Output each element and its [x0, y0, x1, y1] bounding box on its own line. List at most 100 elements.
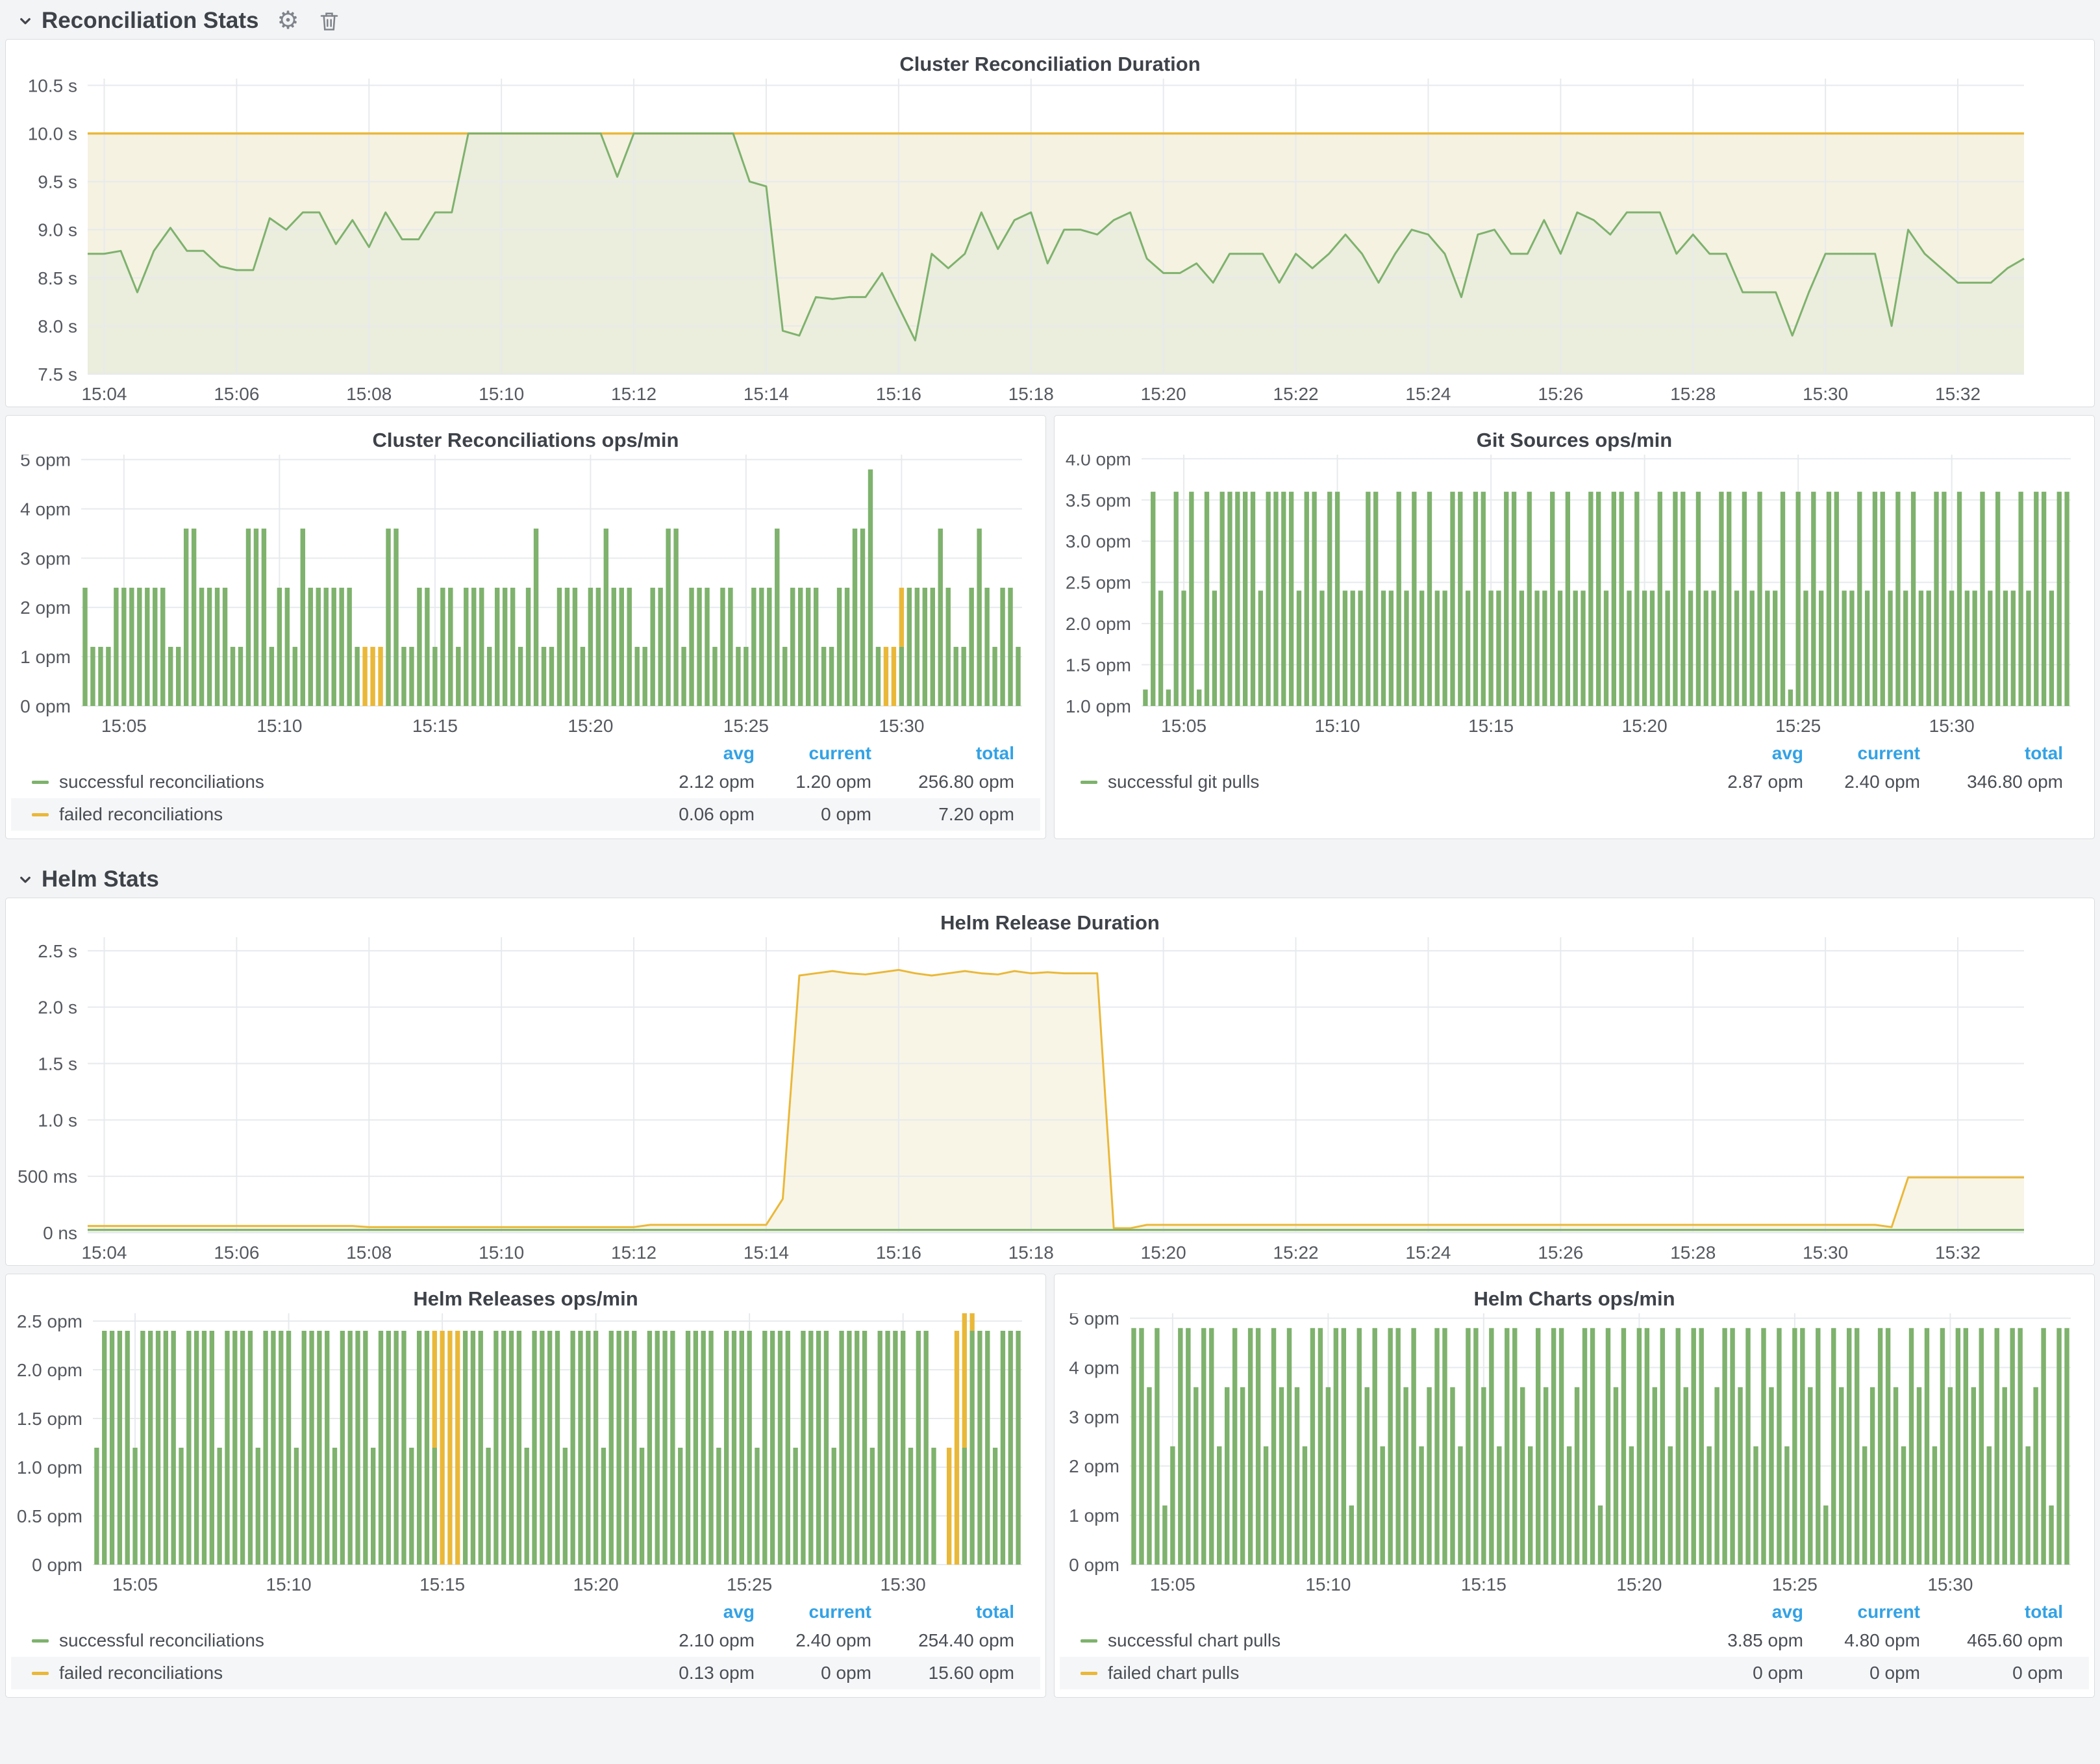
chevron-down-icon: [16, 11, 35, 31]
svg-text:15:30: 15:30: [879, 716, 924, 736]
series-color-marker: [32, 1672, 49, 1675]
svg-text:8.5 s: 8.5 s: [38, 268, 77, 288]
svg-text:0 opm: 0 opm: [32, 1555, 82, 1575]
svg-text:0 opm: 0 opm: [20, 696, 71, 716]
svg-text:15:24: 15:24: [1405, 1242, 1451, 1263]
legend-row: successful chart pulls3.85 opm4.80 opm46…: [1060, 1624, 2089, 1657]
legend-value: 254.40 opm: [871, 1630, 1014, 1651]
legend-row: failed chart pulls0 opm0 opm0 opm: [1060, 1657, 2089, 1689]
chevron-down-icon: [16, 870, 35, 889]
svg-text:4.0 opm: 4.0 opm: [1066, 455, 1131, 469]
legend-header-current[interactable]: current: [1803, 743, 1920, 764]
legend-row: successful reconciliations2.12 opm1.20 o…: [11, 766, 1040, 798]
legend-header-total[interactable]: total: [871, 1602, 1014, 1622]
legend-value: 4.80 opm: [1803, 1630, 1920, 1651]
legend-value: 2.12 opm: [638, 772, 755, 792]
legend-value: 0.13 opm: [638, 1663, 755, 1683]
legend-value: 0 opm: [1920, 1663, 2063, 1683]
legend-value: 1.20 opm: [755, 772, 871, 792]
svg-text:15:05: 15:05: [1161, 716, 1206, 736]
svg-text:1.0 opm: 1.0 opm: [1066, 696, 1131, 716]
legend-header-row: avgcurrenttotal: [1060, 741, 2089, 766]
panel-title[interactable]: Helm Charts ops/min: [1055, 1274, 2094, 1313]
svg-text:15:14: 15:14: [744, 1242, 789, 1263]
legend-header-current[interactable]: current: [755, 1602, 871, 1622]
legend-series-label[interactable]: successful reconciliations: [32, 772, 638, 792]
svg-text:15:05: 15:05: [112, 1574, 158, 1594]
panel-helm-releases-opm: Helm Releases ops/min 2.5 opm2.0 opm1.5 …: [5, 1274, 1046, 1698]
svg-text:15:08: 15:08: [346, 1242, 392, 1263]
legend-value: 346.80 opm: [1920, 772, 2063, 792]
legend-header-total[interactable]: total: [871, 743, 1014, 764]
legend-series-label[interactable]: failed chart pulls: [1081, 1663, 1686, 1683]
legend-header-row: avgcurrenttotal: [11, 1600, 1040, 1624]
svg-text:15:12: 15:12: [611, 384, 656, 404]
panel-title[interactable]: Git Sources ops/min: [1055, 416, 2094, 455]
helm-releases-chart[interactable]: 2.5 opm2.0 opm1.5 opm1.0 opm0.5 opm0 opm…: [11, 1313, 1040, 1597]
git-sources-chart[interactable]: 4.0 opm3.5 opm3.0 opm2.5 opm2.0 opm1.5 o…: [1060, 455, 2089, 738]
chart-svg: 2.5 opm2.0 opm1.5 opm1.0 opm0.5 opm0 opm…: [11, 1313, 1040, 1597]
legend-series-label[interactable]: successful reconciliations: [32, 1630, 638, 1651]
svg-text:5 opm: 5 opm: [1069, 1313, 1119, 1329]
svg-text:1 opm: 1 opm: [1069, 1506, 1119, 1526]
legend-row: failed reconciliations0.06 opm0 opm7.20 …: [11, 798, 1040, 831]
chart-svg: 4.0 opm3.5 opm3.0 opm2.5 opm2.0 opm1.5 o…: [1060, 455, 2089, 738]
svg-text:2.5 opm: 2.5 opm: [17, 1313, 82, 1331]
legend-header-avg[interactable]: avg: [1686, 743, 1803, 764]
cluster-reconciliations-chart[interactable]: 5 opm4 opm3 opm2 opm1 opm0 opm15:0515:10…: [11, 455, 1040, 738]
svg-text:15:15: 15:15: [1461, 1574, 1506, 1594]
panel-title[interactable]: Helm Release Duration: [6, 898, 2094, 937]
panel-title[interactable]: Helm Releases ops/min: [6, 1274, 1045, 1313]
svg-text:15:30: 15:30: [881, 1574, 926, 1594]
panel-row-helm: Helm Releases ops/min 2.5 opm2.0 opm1.5 …: [5, 1274, 2095, 1698]
legend-header-avg[interactable]: avg: [1686, 1602, 1803, 1622]
section-header-helm[interactable]: Helm Stats: [0, 847, 2100, 898]
svg-text:15:15: 15:15: [412, 716, 458, 736]
chart-svg: 5 opm4 opm3 opm2 opm1 opm0 opm15:0515:10…: [11, 455, 1040, 738]
helm-charts-chart[interactable]: 5 opm4 opm3 opm2 opm1 opm0 opm15:0515:10…: [1060, 1313, 2089, 1597]
legend-series-label[interactable]: successful git pulls: [1081, 772, 1686, 792]
svg-text:2.5 s: 2.5 s: [38, 941, 77, 961]
svg-text:15:18: 15:18: [1008, 1242, 1054, 1263]
legend-series-label[interactable]: successful chart pulls: [1081, 1630, 1686, 1651]
helm-release-duration-chart[interactable]: 2.5 s2.0 s1.5 s1.0 s500 ms0 ns15:0415:06…: [11, 937, 2089, 1265]
legend-value: 15.60 opm: [871, 1663, 1014, 1683]
helm-charts-legend: avgcurrenttotalsuccessful chart pulls3.8…: [1055, 1597, 2094, 1697]
legend-value: 0 opm: [755, 1663, 871, 1683]
svg-text:4 opm: 4 opm: [1069, 1357, 1119, 1378]
legend-series-label[interactable]: failed reconciliations: [32, 804, 638, 825]
legend-header-current[interactable]: current: [755, 743, 871, 764]
svg-text:15:22: 15:22: [1273, 1242, 1319, 1263]
legend-value: 2.10 opm: [638, 1630, 755, 1651]
section-header-reconciliation[interactable]: Reconciliation Stats ⚙: [0, 0, 2100, 39]
trash-icon[interactable]: [318, 9, 341, 32]
svg-text:15:30: 15:30: [1929, 716, 1975, 736]
svg-text:2 opm: 2 opm: [20, 598, 71, 618]
section-title[interactable]: Helm Stats: [42, 866, 159, 892]
legend-header-avg[interactable]: avg: [638, 1602, 755, 1622]
svg-text:15:06: 15:06: [214, 1242, 259, 1263]
legend-header-avg[interactable]: avg: [638, 743, 755, 764]
section-title[interactable]: Reconciliation Stats: [42, 8, 259, 34]
cluster-reconciliation-duration-chart[interactable]: 10.5 s10.0 s9.5 s9.0 s8.5 s8.0 s7.5 s15:…: [11, 79, 2089, 407]
legend-value: 2.40 opm: [755, 1630, 871, 1651]
svg-text:1.0 s: 1.0 s: [38, 1110, 77, 1130]
legend-value: 7.20 opm: [871, 804, 1014, 825]
svg-text:15:32: 15:32: [1935, 1242, 1981, 1263]
series-color-marker: [1081, 1639, 1097, 1643]
legend-series-label[interactable]: failed reconciliations: [32, 1663, 638, 1683]
panel-title[interactable]: Cluster Reconciliation Duration: [6, 40, 2094, 79]
legend-header-row: avgcurrenttotal: [11, 741, 1040, 766]
svg-text:15:25: 15:25: [727, 1574, 772, 1594]
svg-text:1.0 opm: 1.0 opm: [17, 1457, 82, 1478]
legend-header-total[interactable]: total: [1920, 743, 2063, 764]
panel-cluster-reconciliation-duration: Cluster Reconciliation Duration 10.5 s10…: [5, 39, 2095, 407]
chart-svg: 2.5 s2.0 s1.5 s1.0 s500 ms0 ns15:0415:06…: [11, 937, 2089, 1265]
legend-header-current[interactable]: current: [1803, 1602, 1920, 1622]
svg-text:15:25: 15:25: [1772, 1574, 1818, 1594]
svg-text:15:30: 15:30: [1803, 384, 1848, 404]
panel-title[interactable]: Cluster Reconciliations ops/min: [6, 416, 1045, 455]
gear-icon[interactable]: ⚙: [277, 9, 299, 32]
legend-header-total[interactable]: total: [1920, 1602, 2063, 1622]
svg-text:3 opm: 3 opm: [20, 548, 71, 568]
